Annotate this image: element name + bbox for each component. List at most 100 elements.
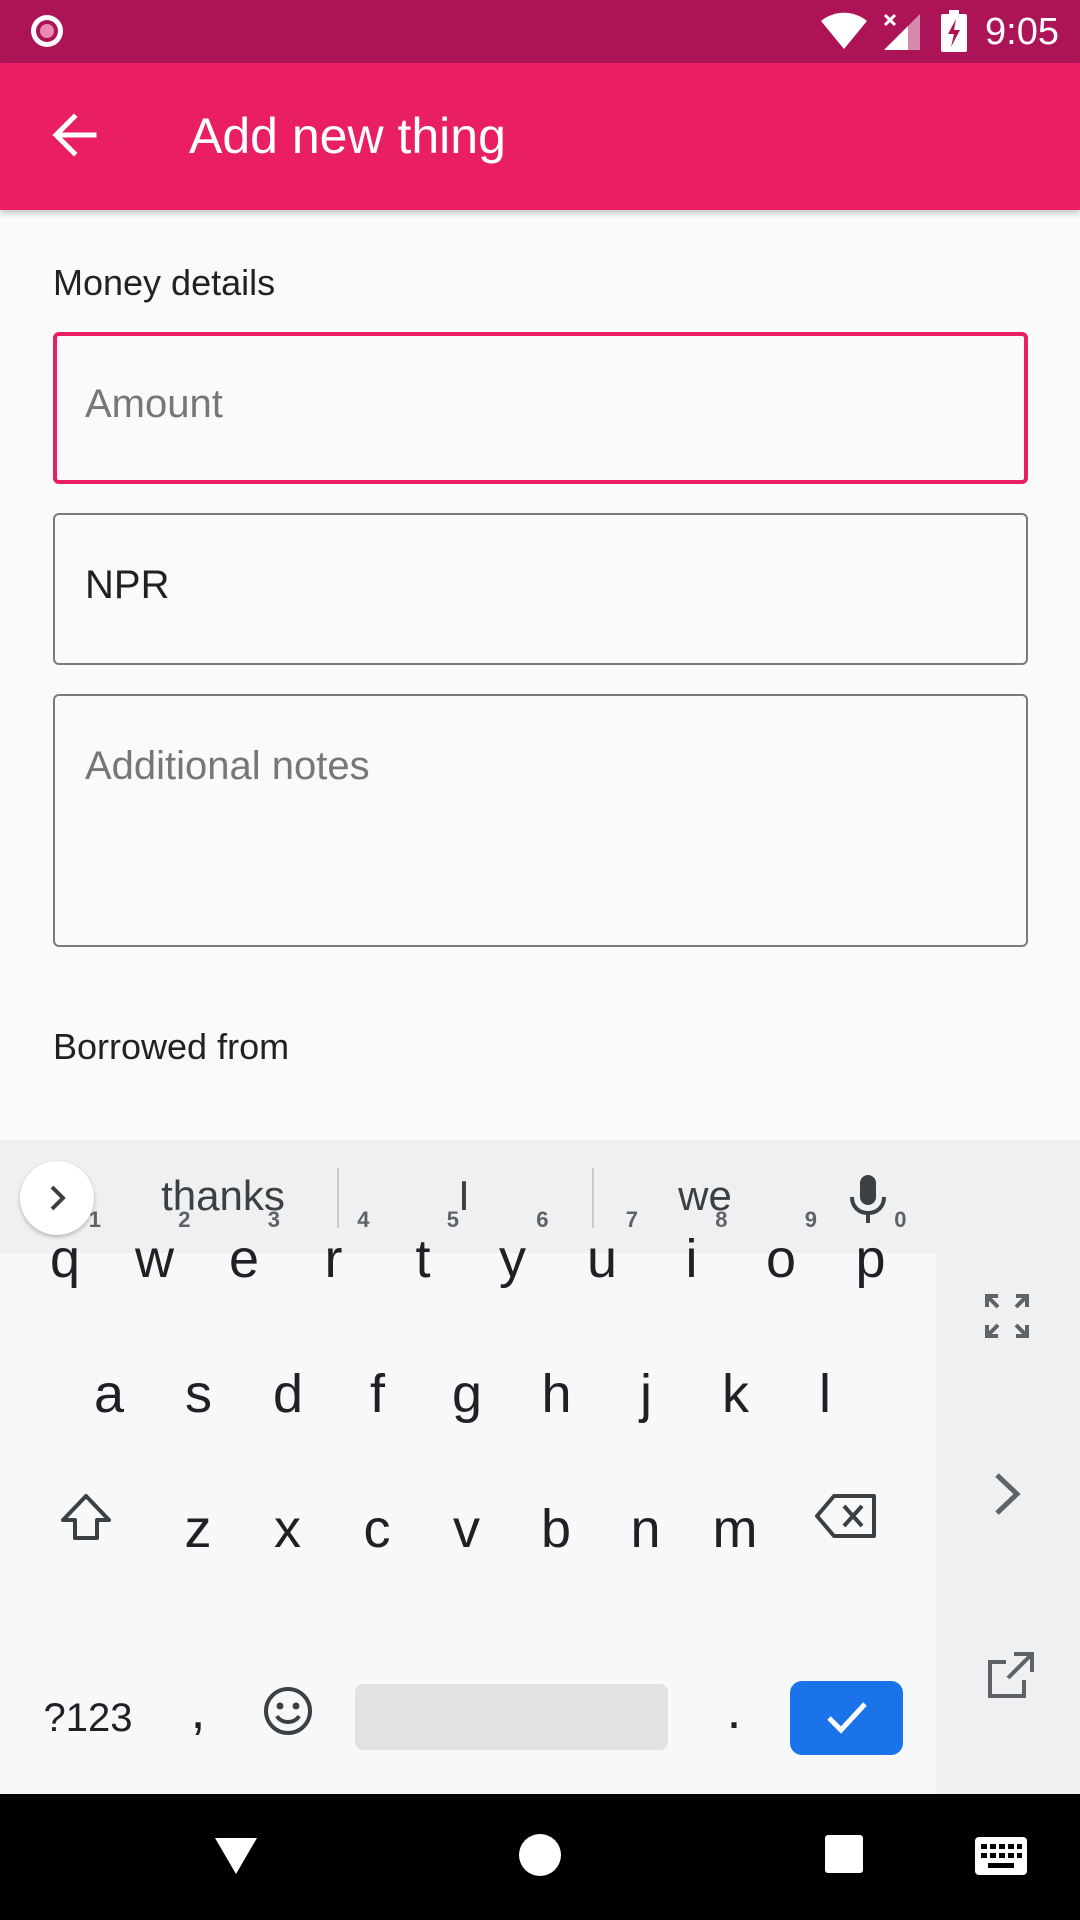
nav-back-icon[interactable] [213, 1832, 259, 1878]
record-icon [31, 15, 63, 47]
key-m[interactable]: m [691, 1469, 779, 1589]
key-k[interactable]: k [692, 1334, 780, 1454]
key-label: y [499, 1229, 526, 1289]
status-bar: 9:05 [0, 0, 1080, 63]
shift-icon [61, 1494, 111, 1540]
symbols-key[interactable]: ?123 [42, 1658, 134, 1778]
key-label: i [685, 1229, 698, 1289]
back-arrow-icon[interactable] [46, 107, 102, 163]
key-hint: 4 [357, 1207, 370, 1232]
key-hint: 6 [536, 1207, 549, 1232]
key-label: r [324, 1229, 343, 1289]
key-label: d [272, 1364, 304, 1424]
key-label: v [453, 1499, 480, 1559]
key-h[interactable]: h [513, 1334, 601, 1454]
key-label: f [369, 1364, 385, 1424]
amount-input[interactable]: Amount [53, 332, 1028, 484]
backspace-icon [815, 1494, 876, 1538]
key-c[interactable]: c [333, 1469, 421, 1589]
key-t[interactable]: t5 [379, 1199, 467, 1319]
key-i[interactable]: i8 [648, 1199, 736, 1319]
key-j[interactable]: j [602, 1334, 690, 1454]
key-label: p [855, 1229, 886, 1289]
keyboard-side-column [936, 1140, 1080, 1794]
key-hint: 7 [625, 1207, 638, 1232]
key-hint: 2 [178, 1207, 191, 1232]
check-icon [827, 1702, 867, 1734]
key-r[interactable]: r4 [290, 1199, 378, 1319]
key-hint: 5 [446, 1207, 459, 1232]
key-p[interactable]: p0 [827, 1199, 915, 1319]
backspace-key[interactable] [802, 1460, 890, 1580]
key-hint: 0 [894, 1207, 907, 1232]
key-g[interactable]: g [423, 1334, 511, 1454]
key-label: u [586, 1229, 618, 1289]
nav-recents-icon[interactable] [824, 1834, 864, 1874]
key-label: e [228, 1229, 260, 1289]
key-v[interactable]: v [423, 1469, 511, 1589]
key-a[interactable]: a [65, 1334, 153, 1454]
key-l[interactable]: l [781, 1334, 869, 1454]
key-label: w [135, 1229, 174, 1289]
key-label: l [819, 1364, 831, 1424]
notes-input[interactable]: Additional notes [53, 694, 1028, 947]
key-x[interactable]: x [244, 1469, 332, 1589]
space-key[interactable] [355, 1684, 668, 1750]
key-label: x [274, 1499, 301, 1559]
keyboard-main: thanks I we ?123 , . q 1 w 2 e 3 r 4 t 5… [0, 1140, 936, 1794]
key-label: b [540, 1499, 572, 1559]
key-label: q [49, 1229, 81, 1289]
key-z[interactable]: z [154, 1469, 242, 1589]
key-label: s [185, 1364, 212, 1424]
key-label: h [541, 1364, 572, 1424]
nav-home-icon[interactable] [517, 1832, 563, 1878]
emoji-icon [264, 1687, 312, 1735]
wifi-icon [821, 12, 867, 49]
currency-value: NPR [85, 563, 170, 607]
key-label: a [93, 1364, 125, 1424]
key-y[interactable]: y6 [469, 1199, 557, 1319]
key-hint: 1 [88, 1207, 101, 1232]
keyboard-icon[interactable] [974, 1836, 1028, 1876]
page-title: Add new thing [189, 108, 506, 164]
signal-icon [883, 13, 920, 50]
undock-keyboard-icon[interactable] [984, 1648, 1038, 1702]
key-u[interactable]: u7 [558, 1199, 646, 1319]
battery-charging-icon [941, 10, 967, 52]
key-label: g [451, 1364, 483, 1424]
key-f[interactable]: f [334, 1334, 422, 1454]
notes-placeholder: Additional notes [85, 744, 370, 788]
key-e[interactable]: e3 [200, 1199, 288, 1319]
form-content: Money details Amount NPR Additional note… [0, 210, 1080, 1140]
currency-field[interactable]: NPR [53, 513, 1028, 665]
key-hint: 8 [715, 1207, 728, 1232]
key-s[interactable]: s [155, 1334, 243, 1454]
key-b[interactable]: b [512, 1469, 600, 1589]
comma-key[interactable]: , [154, 1650, 242, 1770]
section-label-borrowed-from: Borrowed from [53, 1026, 290, 1067]
key-label: t [415, 1229, 431, 1289]
key-w[interactable]: w2 [111, 1199, 199, 1319]
key-label: j [640, 1364, 652, 1424]
key-o[interactable]: o9 [737, 1199, 825, 1319]
period-key[interactable]: . [690, 1650, 778, 1770]
amount-placeholder: Amount [85, 382, 223, 426]
key-n[interactable]: n [602, 1469, 690, 1589]
key-label: c [363, 1499, 391, 1559]
clock: 9:05 [985, 11, 1059, 53]
key-label: z [184, 1499, 212, 1559]
fullscreen-icon[interactable] [984, 1293, 1030, 1339]
key-label: n [630, 1499, 661, 1559]
enter-key[interactable] [790, 1681, 903, 1755]
key-q[interactable]: q1 [21, 1199, 109, 1319]
key-hint: 9 [804, 1207, 817, 1232]
key-hint: 3 [267, 1207, 280, 1232]
soft-keyboard: thanks I we ?123 , . q 1 w 2 e 3 r 4 t 5… [0, 1140, 1080, 1794]
chevron-right-icon[interactable] [992, 1471, 1022, 1517]
shift-key[interactable] [42, 1460, 130, 1580]
key-label: o [765, 1229, 797, 1289]
emoji-key[interactable] [244, 1658, 332, 1778]
section-label-money-details: Money details [53, 262, 276, 303]
app-bar: Add new thing [0, 63, 1080, 210]
key-d[interactable]: d [244, 1334, 332, 1454]
